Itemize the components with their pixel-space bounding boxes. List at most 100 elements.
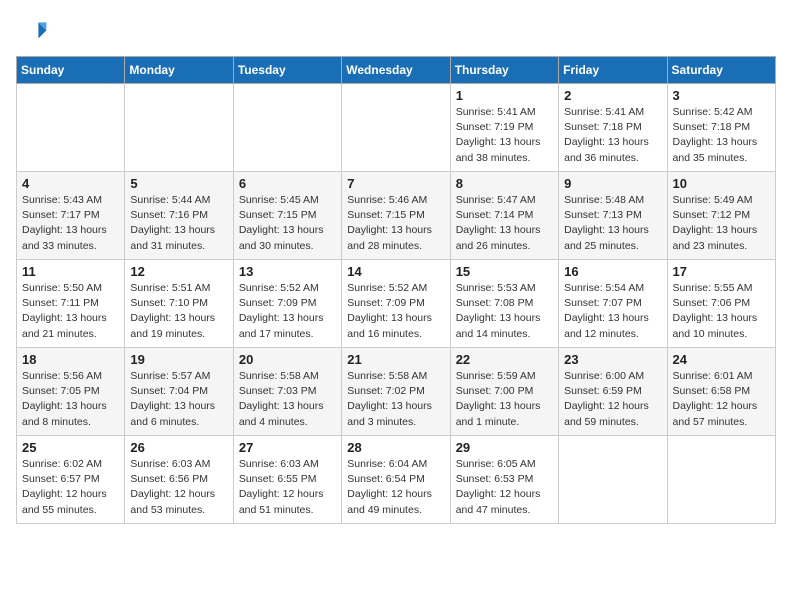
day-number: 11 bbox=[22, 264, 119, 279]
day-of-week-header: Sunday bbox=[17, 57, 125, 84]
day-number: 5 bbox=[130, 176, 227, 191]
calendar-cell: 3 Sunrise: 5:42 AM Sunset: 7:18 PM Daylig… bbox=[667, 84, 775, 172]
logo-icon bbox=[16, 16, 48, 48]
day-of-week-header: Thursday bbox=[450, 57, 558, 84]
day-detail: Sunrise: 5:43 AM Sunset: 7:17 PM Dayligh… bbox=[22, 193, 119, 254]
day-detail: Sunrise: 5:41 AM Sunset: 7:19 PM Dayligh… bbox=[456, 105, 553, 166]
day-number: 10 bbox=[673, 176, 770, 191]
day-number: 18 bbox=[22, 352, 119, 367]
calendar-cell: 28 Sunrise: 6:04 AM Sunset: 6:54 PM Dayli… bbox=[342, 436, 450, 524]
day-of-week-header: Monday bbox=[125, 57, 233, 84]
calendar-cell: 21 Sunrise: 5:58 AM Sunset: 7:02 PM Dayli… bbox=[342, 348, 450, 436]
day-number: 9 bbox=[564, 176, 661, 191]
calendar-cell: 2 Sunrise: 5:41 AM Sunset: 7:18 PM Daylig… bbox=[559, 84, 667, 172]
day-of-week-header: Friday bbox=[559, 57, 667, 84]
calendar-header-row: SundayMondayTuesdayWednesdayThursdayFrid… bbox=[17, 57, 776, 84]
calendar-cell bbox=[559, 436, 667, 524]
day-detail: Sunrise: 5:52 AM Sunset: 7:09 PM Dayligh… bbox=[347, 281, 444, 342]
calendar-cell bbox=[342, 84, 450, 172]
day-detail: Sunrise: 5:44 AM Sunset: 7:16 PM Dayligh… bbox=[130, 193, 227, 254]
calendar-cell: 12 Sunrise: 5:51 AM Sunset: 7:10 PM Dayli… bbox=[125, 260, 233, 348]
day-detail: Sunrise: 5:41 AM Sunset: 7:18 PM Dayligh… bbox=[564, 105, 661, 166]
day-number: 7 bbox=[347, 176, 444, 191]
day-detail: Sunrise: 5:45 AM Sunset: 7:15 PM Dayligh… bbox=[239, 193, 336, 254]
calendar-cell bbox=[667, 436, 775, 524]
calendar-week-row: 11 Sunrise: 5:50 AM Sunset: 7:11 PM Dayli… bbox=[17, 260, 776, 348]
day-number: 15 bbox=[456, 264, 553, 279]
day-detail: Sunrise: 6:03 AM Sunset: 6:56 PM Dayligh… bbox=[130, 457, 227, 518]
day-detail: Sunrise: 5:51 AM Sunset: 7:10 PM Dayligh… bbox=[130, 281, 227, 342]
calendar-week-row: 4Sunrise: 5:43 AM Sunset: 7:17 PM Daylig… bbox=[17, 172, 776, 260]
calendar-cell: 25 Sunrise: 6:02 AM Sunset: 6:57 PM Dayli… bbox=[17, 436, 125, 524]
day-number: 1 bbox=[456, 88, 553, 103]
day-detail: Sunrise: 5:50 AM Sunset: 7:11 PM Dayligh… bbox=[22, 281, 119, 342]
day-detail: Sunrise: 5:52 AM Sunset: 7:09 PM Dayligh… bbox=[239, 281, 336, 342]
day-number: 26 bbox=[130, 440, 227, 455]
day-number: 28 bbox=[347, 440, 444, 455]
day-detail: Sunrise: 6:04 AM Sunset: 6:54 PM Dayligh… bbox=[347, 457, 444, 518]
day-detail: Sunrise: 5:54 AM Sunset: 7:07 PM Dayligh… bbox=[564, 281, 661, 342]
day-number: 17 bbox=[673, 264, 770, 279]
day-number: 6 bbox=[239, 176, 336, 191]
day-detail: Sunrise: 5:53 AM Sunset: 7:08 PM Dayligh… bbox=[456, 281, 553, 342]
calendar-cell: 6 Sunrise: 5:45 AM Sunset: 7:15 PM Daylig… bbox=[233, 172, 341, 260]
calendar-week-row: 1 Sunrise: 5:41 AM Sunset: 7:19 PM Daylig… bbox=[17, 84, 776, 172]
day-detail: Sunrise: 5:49 AM Sunset: 7:12 PM Dayligh… bbox=[673, 193, 770, 254]
page-header bbox=[16, 16, 776, 48]
calendar-cell: 1 Sunrise: 5:41 AM Sunset: 7:19 PM Daylig… bbox=[450, 84, 558, 172]
calendar-cell: 11 Sunrise: 5:50 AM Sunset: 7:11 PM Dayli… bbox=[17, 260, 125, 348]
day-detail: Sunrise: 5:48 AM Sunset: 7:13 PM Dayligh… bbox=[564, 193, 661, 254]
calendar-table: SundayMondayTuesdayWednesdayThursdayFrid… bbox=[16, 56, 776, 524]
logo bbox=[16, 16, 52, 48]
day-number: 25 bbox=[22, 440, 119, 455]
calendar-week-row: 18 Sunrise: 5:56 AM Sunset: 7:05 PM Dayli… bbox=[17, 348, 776, 436]
calendar-cell: 19 Sunrise: 5:57 AM Sunset: 7:04 PM Dayli… bbox=[125, 348, 233, 436]
day-number: 23 bbox=[564, 352, 661, 367]
calendar-cell: 4Sunrise: 5:43 AM Sunset: 7:17 PM Daylig… bbox=[17, 172, 125, 260]
day-detail: Sunrise: 6:05 AM Sunset: 6:53 PM Dayligh… bbox=[456, 457, 553, 518]
day-number: 3 bbox=[673, 88, 770, 103]
calendar-cell: 16Sunrise: 5:54 AM Sunset: 7:07 PM Dayli… bbox=[559, 260, 667, 348]
calendar-cell: 24Sunrise: 6:01 AM Sunset: 6:58 PM Dayli… bbox=[667, 348, 775, 436]
calendar-cell: 26 Sunrise: 6:03 AM Sunset: 6:56 PM Dayli… bbox=[125, 436, 233, 524]
day-number: 22 bbox=[456, 352, 553, 367]
calendar-cell: 14 Sunrise: 5:52 AM Sunset: 7:09 PM Dayli… bbox=[342, 260, 450, 348]
day-detail: Sunrise: 5:58 AM Sunset: 7:02 PM Dayligh… bbox=[347, 369, 444, 430]
day-detail: Sunrise: 5:55 AM Sunset: 7:06 PM Dayligh… bbox=[673, 281, 770, 342]
day-number: 21 bbox=[347, 352, 444, 367]
day-number: 24 bbox=[673, 352, 770, 367]
calendar-cell bbox=[233, 84, 341, 172]
calendar-cell: 22Sunrise: 5:59 AM Sunset: 7:00 PM Dayli… bbox=[450, 348, 558, 436]
calendar-cell: 17 Sunrise: 5:55 AM Sunset: 7:06 PM Dayli… bbox=[667, 260, 775, 348]
day-of-week-header: Wednesday bbox=[342, 57, 450, 84]
day-of-week-header: Saturday bbox=[667, 57, 775, 84]
day-number: 19 bbox=[130, 352, 227, 367]
calendar-cell: 27Sunrise: 6:03 AM Sunset: 6:55 PM Dayli… bbox=[233, 436, 341, 524]
calendar-cell: 18 Sunrise: 5:56 AM Sunset: 7:05 PM Dayli… bbox=[17, 348, 125, 436]
day-detail: Sunrise: 6:02 AM Sunset: 6:57 PM Dayligh… bbox=[22, 457, 119, 518]
calendar-cell: 15 Sunrise: 5:53 AM Sunset: 7:08 PM Dayli… bbox=[450, 260, 558, 348]
day-number: 8 bbox=[456, 176, 553, 191]
calendar-cell: 20 Sunrise: 5:58 AM Sunset: 7:03 PM Dayli… bbox=[233, 348, 341, 436]
day-detail: Sunrise: 5:58 AM Sunset: 7:03 PM Dayligh… bbox=[239, 369, 336, 430]
calendar-cell bbox=[17, 84, 125, 172]
day-number: 2 bbox=[564, 88, 661, 103]
day-number: 13 bbox=[239, 264, 336, 279]
day-detail: Sunrise: 6:00 AM Sunset: 6:59 PM Dayligh… bbox=[564, 369, 661, 430]
calendar-week-row: 25 Sunrise: 6:02 AM Sunset: 6:57 PM Dayli… bbox=[17, 436, 776, 524]
day-detail: Sunrise: 5:56 AM Sunset: 7:05 PM Dayligh… bbox=[22, 369, 119, 430]
calendar-cell: 7Sunrise: 5:46 AM Sunset: 7:15 PM Daylig… bbox=[342, 172, 450, 260]
day-number: 14 bbox=[347, 264, 444, 279]
day-number: 20 bbox=[239, 352, 336, 367]
calendar-cell: 10 Sunrise: 5:49 AM Sunset: 7:12 PM Dayli… bbox=[667, 172, 775, 260]
day-detail: Sunrise: 5:57 AM Sunset: 7:04 PM Dayligh… bbox=[130, 369, 227, 430]
day-detail: Sunrise: 6:03 AM Sunset: 6:55 PM Dayligh… bbox=[239, 457, 336, 518]
day-number: 12 bbox=[130, 264, 227, 279]
calendar-cell: 9 Sunrise: 5:48 AM Sunset: 7:13 PM Daylig… bbox=[559, 172, 667, 260]
day-detail: Sunrise: 5:47 AM Sunset: 7:14 PM Dayligh… bbox=[456, 193, 553, 254]
calendar-cell: 5 Sunrise: 5:44 AM Sunset: 7:16 PM Daylig… bbox=[125, 172, 233, 260]
day-of-week-header: Tuesday bbox=[233, 57, 341, 84]
day-detail: Sunrise: 5:42 AM Sunset: 7:18 PM Dayligh… bbox=[673, 105, 770, 166]
calendar-cell: 13 Sunrise: 5:52 AM Sunset: 7:09 PM Dayli… bbox=[233, 260, 341, 348]
calendar-cell: 29Sunrise: 6:05 AM Sunset: 6:53 PM Dayli… bbox=[450, 436, 558, 524]
